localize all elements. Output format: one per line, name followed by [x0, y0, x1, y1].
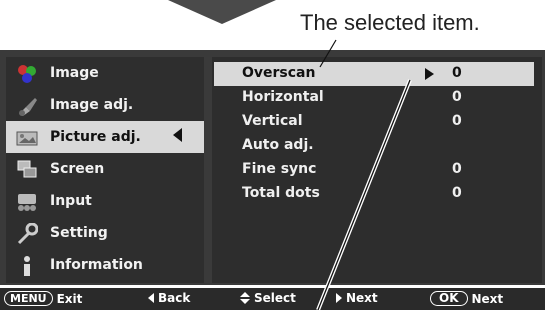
menu-label: Information — [50, 257, 143, 273]
footer-exit: MENU Exit — [4, 291, 82, 306]
color-balls-icon — [16, 63, 38, 85]
footer-select-label: Select — [254, 291, 296, 305]
menu-label: Image adj. — [50, 97, 134, 113]
menu-item-image[interactable]: Image — [6, 57, 204, 89]
row-value: 0 — [452, 65, 462, 81]
screen-icon — [16, 159, 38, 181]
brush-icon — [16, 95, 38, 117]
row-value: 0 — [452, 161, 462, 177]
wrench-icon — [16, 222, 39, 245]
menu-item-information[interactable]: Information — [6, 249, 204, 281]
input-icon — [16, 191, 38, 213]
menu-label: Picture adj. — [50, 129, 141, 145]
menu-label: Input — [50, 193, 92, 209]
row-value: 0 — [452, 89, 462, 105]
submenu-row-auto-adj[interactable]: Auto adj. — [214, 134, 534, 158]
right-arrow-icon — [336, 293, 342, 303]
menu-item-image-adj[interactable]: Image adj. — [6, 89, 204, 121]
footer-next-label: Next — [346, 291, 378, 305]
footer-select: Select — [240, 291, 296, 305]
footer-back: Back — [148, 291, 190, 305]
row-value: 0 — [452, 113, 462, 129]
submenu-row-vertical[interactable]: Vertical 0 — [214, 110, 534, 134]
footer-exit-label: Exit — [56, 291, 83, 306]
info-icon — [16, 255, 38, 277]
row-label: Vertical — [242, 113, 303, 129]
submenu-row-horizontal[interactable]: Horizontal 0 — [214, 86, 534, 110]
up-down-arrow-icon — [240, 292, 250, 304]
ok-key-icon: OK — [430, 291, 468, 306]
footer-next: Next — [336, 291, 378, 305]
menu-key-icon: MENU — [4, 291, 53, 306]
row-value: 0 — [452, 185, 462, 201]
row-label: Total dots — [242, 185, 320, 201]
menu-item-setting[interactable]: Setting — [6, 217, 204, 249]
menu-label: Image — [50, 65, 99, 81]
footer-back-label: Back — [158, 291, 191, 305]
row-label: Overscan — [242, 65, 316, 81]
menu-item-screen[interactable]: Screen — [6, 153, 204, 185]
row-label: Horizontal — [242, 89, 324, 105]
left-triangle-icon — [173, 128, 182, 142]
row-label: Fine sync — [242, 161, 317, 177]
row-label: Auto adj. — [242, 137, 314, 153]
footer-bar: MENU Exit Back Select Next OK Next — [0, 288, 545, 310]
picture-icon — [16, 127, 38, 149]
menu-label: Screen — [50, 161, 105, 177]
right-triangle-icon — [425, 68, 434, 80]
submenu-row-fine-sync[interactable]: Fine sync 0 — [214, 158, 534, 182]
callout-text: The selected item. — [300, 10, 480, 35]
submenu-row-overscan[interactable]: Overscan 0 — [214, 62, 534, 86]
footer-ok-next-label: Next — [471, 291, 504, 306]
footer-ok-next: OK Next — [430, 291, 503, 306]
down-arrow-icon — [168, 0, 276, 24]
left-arrow-icon — [148, 293, 154, 303]
submenu-row-total-dots[interactable]: Total dots 0 — [214, 182, 534, 206]
menu-item-input[interactable]: Input — [6, 185, 204, 217]
menu-label: Setting — [50, 225, 108, 241]
